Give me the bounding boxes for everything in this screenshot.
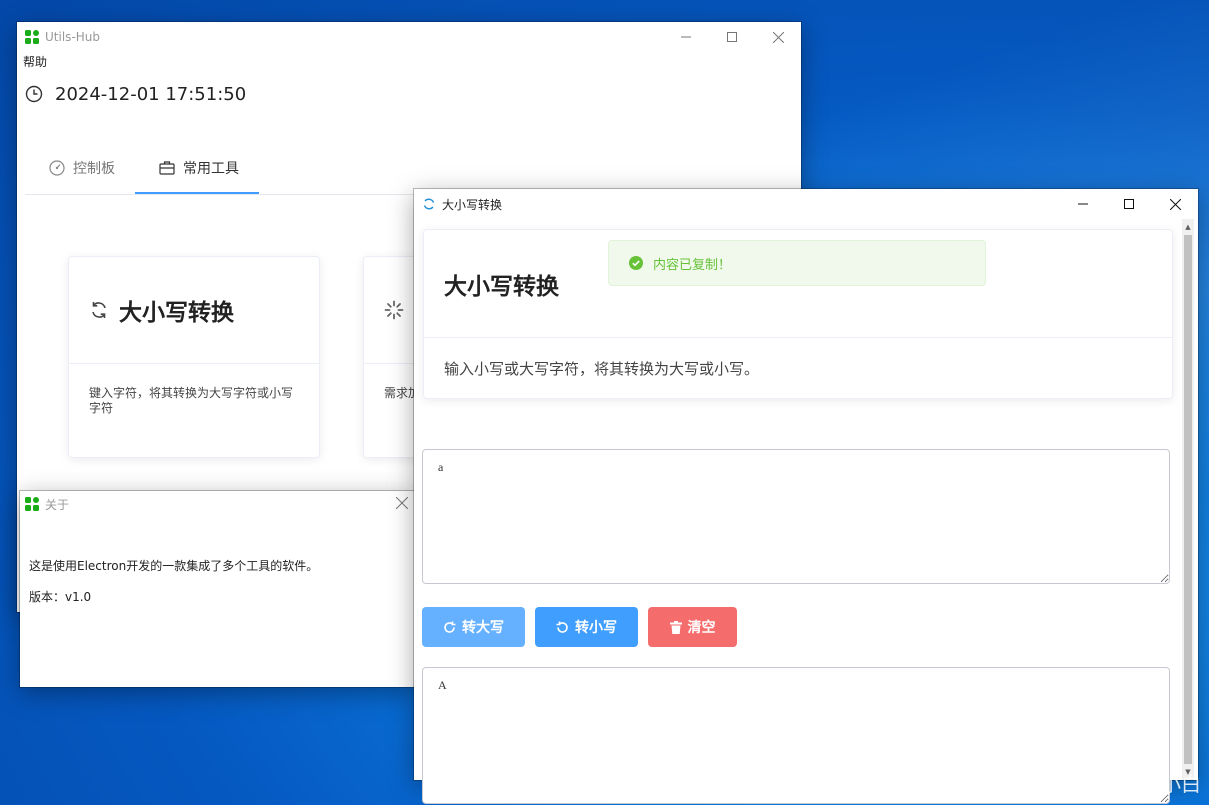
close-icon [772, 31, 784, 43]
minimize-icon [1078, 203, 1088, 205]
card-description: 键入字符，将其转换为大写字符或小写字符 [89, 386, 294, 415]
close-icon [1169, 198, 1181, 210]
about-window-title: 关于 [45, 497, 70, 512]
to-lowercase-label: 转小写 [575, 620, 617, 636]
main-window-title: Utils-Hub [45, 30, 100, 44]
maximize-icon [1124, 199, 1134, 209]
to-uppercase-label: 转大写 [462, 620, 504, 636]
briefcase-icon [159, 161, 175, 175]
maximize-icon [727, 32, 737, 42]
close-button[interactable] [1152, 189, 1198, 219]
about-titlebar[interactable]: 关于 [20, 491, 416, 517]
menubar: 帮助 [17, 52, 801, 72]
main-titlebar[interactable]: Utils-Hub [17, 22, 801, 52]
refresh-icon [444, 621, 456, 633]
refresh-icon [423, 198, 435, 210]
input-textarea[interactable]: a [422, 449, 1170, 584]
close-button[interactable] [755, 22, 801, 52]
about-description: 这是使用Electron开发的一款集成了多个工具的软件。 [29, 559, 319, 573]
clear-label: 清空 [687, 620, 716, 636]
trash-icon [669, 620, 682, 634]
vertical-scrollbar[interactable]: ▲ ▼ [1182, 219, 1194, 780]
about-version: 版本：v1.0 [29, 590, 92, 604]
card-title: 大小写转换 [119, 300, 234, 326]
converter-description: 输入小写或大写字符，将其转换为大写或小写。 [444, 360, 760, 378]
tab-common-tools-label: 常用工具 [183, 161, 239, 177]
dashboard-icon [49, 160, 65, 176]
tab-bar: 控制板 常用工具 [25, 144, 801, 195]
menu-item-help[interactable]: 帮助 [23, 55, 47, 69]
maximize-button[interactable] [709, 22, 755, 52]
clock-icon [25, 85, 43, 103]
to-lowercase-button[interactable]: 转小写 [535, 607, 638, 647]
to-uppercase-button[interactable]: 转大写 [422, 607, 525, 647]
loading-icon [384, 300, 404, 320]
converter-content: 大小写转换 输入小写或大写字符，将其转换为大写或小写。 内容已复制！ a 转大写… [414, 219, 1198, 804]
minimize-button[interactable] [663, 22, 709, 52]
clear-button[interactable]: 清空 [648, 607, 737, 647]
scrollbar-thumb[interactable] [1184, 235, 1192, 764]
datetime-display: 2024-12-01 17:51:50 [55, 83, 247, 105]
tab-dashboard-label: 控制板 [73, 161, 115, 177]
refresh-icon [92, 302, 106, 318]
watermark: CSDN @一zhi小白 [1032, 774, 1201, 796]
case-converter-window: 大小写转换 大小写转换 输入小写或大写字符，将其转换为大写或小写。 内容已复制！ [414, 189, 1198, 804]
converter-window-title: 大小写转换 [442, 197, 503, 212]
minimize-icon [681, 36, 691, 38]
close-icon[interactable] [396, 497, 408, 509]
tab-dashboard[interactable]: 控制板 [25, 144, 135, 192]
tab-common-tools[interactable]: 常用工具 [135, 144, 259, 194]
refresh-left-icon [556, 621, 568, 633]
about-window: 关于 这是使用Electron开发的一款集成了多个工具的软件。 版本：v1.0 [20, 491, 416, 687]
scroll-up-icon[interactable]: ▲ [1182, 221, 1194, 233]
tool-card-case-convert[interactable]: 大小写转换 键入字符，将其转换为大写字符或小写字符 [68, 256, 320, 458]
minimize-button[interactable] [1060, 189, 1106, 219]
maximize-button[interactable] [1106, 189, 1152, 219]
copied-toast: 内容已复制！ [608, 240, 986, 286]
toast-message: 内容已复制！ [653, 257, 732, 273]
app-logo-icon [25, 30, 39, 44]
converter-titlebar[interactable]: 大小写转换 [414, 189, 1198, 219]
card-header: 大小写转换 [69, 257, 319, 364]
check-circle-icon [629, 256, 643, 270]
app-logo-icon [25, 497, 39, 511]
datetime-row: 2024-12-01 17:51:50 [17, 72, 801, 116]
